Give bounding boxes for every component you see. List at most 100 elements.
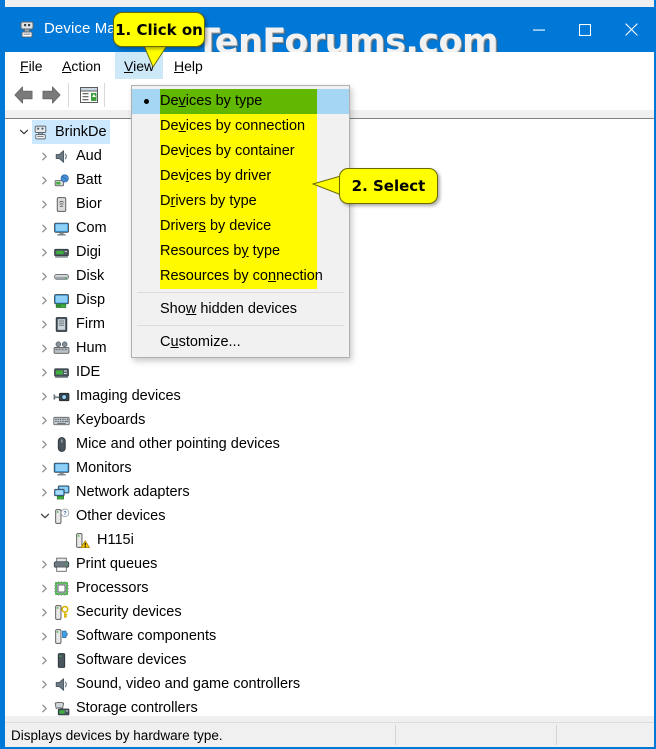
view-menu-item[interactable]: Customize... xyxy=(132,330,349,355)
menu-item-check-gutter xyxy=(132,297,160,322)
chevron-right-icon xyxy=(42,392,47,400)
expand-toggle-collapsed[interactable] xyxy=(36,144,53,168)
tree-item-label: Firm xyxy=(76,315,105,332)
menu-action[interactable]: Action xyxy=(53,52,110,79)
view-menu-item[interactable]: Resources by type xyxy=(132,239,349,264)
tree-item-label: Com xyxy=(76,219,107,236)
expand-toggle-collapsed[interactable] xyxy=(36,480,53,504)
view-menu-item[interactable]: Devices by type xyxy=(132,89,349,114)
tree-item[interactable]: Mice and other pointing devices xyxy=(5,432,280,456)
view-menu-item[interactable]: Devices by connection xyxy=(132,114,349,139)
chevron-right-icon xyxy=(42,464,47,472)
chevron-right-icon xyxy=(42,704,47,712)
sound-video-icon xyxy=(53,675,70,693)
expand-toggle-collapsed[interactable] xyxy=(36,384,53,408)
tree-item-label: Software components xyxy=(76,627,217,644)
tree-item[interactable]: Software components xyxy=(5,624,216,648)
tree-item[interactable]: Network adapters xyxy=(5,480,190,504)
imaging-icon xyxy=(53,387,70,405)
tree-item[interactable]: Security devices xyxy=(5,600,182,624)
maximize-icon xyxy=(579,23,591,36)
expand-toggle-collapsed[interactable] xyxy=(36,240,53,264)
maximize-button[interactable] xyxy=(562,7,608,52)
tree-item[interactable]: H115i xyxy=(5,528,134,552)
expand-toggle-collapsed[interactable] xyxy=(36,456,53,480)
tree-item[interactable]: Batt xyxy=(5,168,102,192)
tree-item[interactable]: IDE xyxy=(5,360,100,384)
expand-toggle-collapsed[interactable] xyxy=(36,168,53,192)
expand-toggle-collapsed[interactable] xyxy=(36,360,53,384)
imaging-icon xyxy=(53,392,70,401)
menu-file[interactable]: File xyxy=(11,52,52,79)
view-menu-item-label: Devices by connection xyxy=(160,118,306,135)
expand-toggle-collapsed[interactable] xyxy=(36,408,53,432)
view-menu-item[interactable]: Show hidden devices xyxy=(132,297,349,322)
expand-toggle-expanded[interactable] xyxy=(15,120,32,144)
back-button[interactable] xyxy=(11,82,37,108)
tree-item-label: Monitors xyxy=(76,459,132,476)
tree-item[interactable]: Bior xyxy=(5,192,102,216)
status-text: Displays devices by hardware type. xyxy=(11,727,223,743)
ide-controller-icon xyxy=(54,367,69,378)
tree-item[interactable]: Print queues xyxy=(5,552,157,576)
tree-item[interactable]: Imaging devices xyxy=(5,384,181,408)
expand-toggle-collapsed[interactable] xyxy=(36,624,53,648)
tree-item[interactable]: Firm xyxy=(5,312,105,336)
expand-toggle-expanded[interactable] xyxy=(36,504,53,528)
status-pane-2 xyxy=(396,723,556,747)
tree-item-label: Aud xyxy=(76,147,102,164)
disk-drive-icon xyxy=(54,273,69,280)
expand-toggle-collapsed[interactable] xyxy=(36,672,53,696)
tree-item[interactable]: Storage controllers xyxy=(5,696,198,716)
tree-item[interactable]: Com xyxy=(5,216,107,240)
tree-item-label: Imaging devices xyxy=(76,387,181,404)
printer-icon xyxy=(53,555,70,573)
computer-icon xyxy=(32,123,49,141)
view-menu-popup[interactable]: Devices by type Devices by connection Devi… xyxy=(131,85,350,358)
expand-toggle-collapsed[interactable] xyxy=(36,600,53,624)
expand-toggle-collapsed[interactable] xyxy=(36,576,53,600)
expand-toggle-collapsed[interactable] xyxy=(36,552,53,576)
expand-toggle-collapsed[interactable] xyxy=(36,264,53,288)
monitor-icon xyxy=(53,462,70,475)
expand-toggle-collapsed[interactable] xyxy=(36,312,53,336)
sound-video-icon xyxy=(55,677,67,691)
view-menu-item[interactable]: Drivers by device xyxy=(132,214,349,239)
tree-item[interactable]: Monitors xyxy=(5,456,132,480)
tree-item[interactable]: Aud xyxy=(5,144,102,168)
computer-monitor-icon xyxy=(53,219,70,237)
view-menu-item[interactable]: Resources by connection xyxy=(132,264,349,289)
expand-toggle-collapsed[interactable] xyxy=(36,648,53,672)
firmware-icon xyxy=(53,315,70,333)
tree-item[interactable]: Disp xyxy=(5,288,105,312)
properties-button[interactable] xyxy=(76,82,102,108)
expand-toggle-collapsed[interactable] xyxy=(36,336,53,360)
status-pane-3 xyxy=(557,723,654,747)
menu-separator xyxy=(137,292,344,293)
device-manager-icon xyxy=(17,20,37,40)
expand-toggle-collapsed[interactable] xyxy=(36,696,53,716)
view-menu-item-label: Devices by container xyxy=(160,143,295,160)
minimize-button[interactable] xyxy=(516,7,562,52)
expand-toggle-collapsed[interactable] xyxy=(36,288,53,312)
tree-item[interactable]: Software devices xyxy=(5,648,186,672)
expand-toggle-collapsed[interactable] xyxy=(36,216,53,240)
expand-toggle-collapsed[interactable] xyxy=(36,192,53,216)
tree-item[interactable]: Processors xyxy=(5,576,149,600)
menu-item-check-gutter xyxy=(132,239,160,264)
forward-button[interactable] xyxy=(38,82,64,108)
tree-item[interactable]: BrinkDe xyxy=(5,120,110,144)
tree-item[interactable]: ? Other devices xyxy=(5,504,165,528)
tree-item[interactable]: Disk xyxy=(5,264,104,288)
biometric-icon xyxy=(53,195,70,213)
status-bar: Displays devices by hardware type. xyxy=(5,722,654,747)
tree-item[interactable]: Digi xyxy=(5,240,101,264)
close-button[interactable] xyxy=(608,7,654,52)
tree-item[interactable]: Hum xyxy=(5,336,107,360)
tree-item[interactable]: Sound, video and game controllers xyxy=(5,672,300,696)
expand-toggle-collapsed[interactable] xyxy=(36,432,53,456)
menu-separator-2 xyxy=(137,325,344,326)
tree-item[interactable]: Keyboards xyxy=(5,408,145,432)
digital-media-icon xyxy=(53,243,70,261)
view-menu-item[interactable]: Devices by container xyxy=(132,139,349,164)
